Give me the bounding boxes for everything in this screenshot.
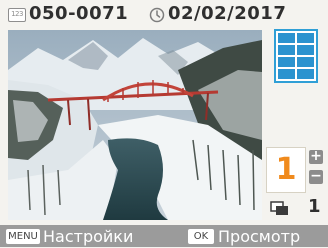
clock-icon — [149, 7, 165, 23]
print-quantity[interactable]: 1 — [266, 147, 306, 193]
file-number-icon: 123 — [8, 8, 26, 22]
menu-key[interactable]: MENU — [6, 229, 40, 244]
layout-cell — [278, 57, 295, 67]
decrease-quantity-button[interactable]: − — [309, 169, 323, 184]
layout-cell — [278, 33, 295, 43]
quantity-value: 1 — [275, 152, 297, 187]
increase-quantity-button[interactable]: + — [309, 149, 323, 164]
file-icon-label: 123 — [11, 10, 23, 18]
photo-preview[interactable] — [8, 30, 262, 220]
layout-cell — [297, 33, 314, 43]
settings-label: Настройки — [43, 227, 134, 246]
bottom-bar: MENU Настройки OK Просмотр — [0, 225, 328, 247]
preview-label: Просмотр — [218, 227, 301, 246]
layout-cell — [297, 69, 314, 79]
print-screen: 123 050-0071 02/02/2017 1 + − 1 MENU Нас… — [0, 0, 328, 247]
ok-key[interactable]: OK — [188, 229, 214, 244]
layout-cell — [278, 69, 295, 79]
status-bar: 123 050-0071 02/02/2017 — [0, 0, 328, 28]
layout-cell — [278, 45, 295, 55]
grid-layout-icon[interactable] — [274, 29, 318, 83]
photo-image — [8, 30, 262, 220]
layout-cell — [297, 45, 314, 55]
copies-count: 1 — [308, 196, 321, 217]
copies-icon — [270, 201, 288, 215]
layout-cell — [297, 57, 314, 67]
shot-date: 02/02/2017 — [168, 3, 287, 24]
file-number: 050-0071 — [29, 3, 129, 24]
